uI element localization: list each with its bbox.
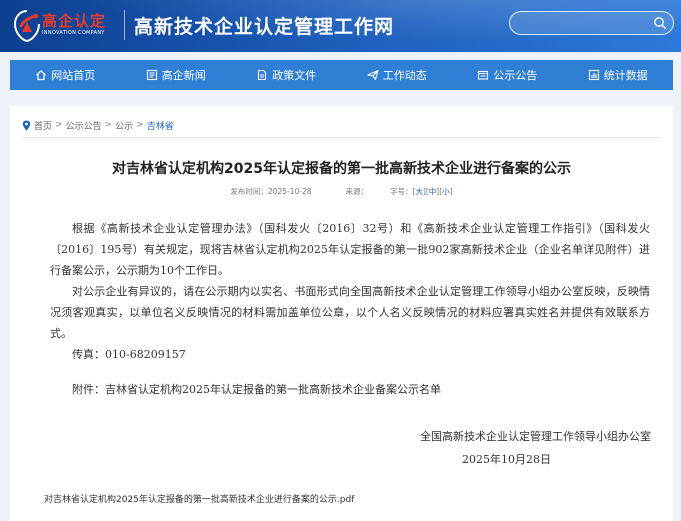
breadcrumb-announcements[interactable]: 公示公告	[66, 119, 102, 132]
nav-item-label: 工作动态	[382, 69, 427, 82]
breadcrumb-divider	[22, 137, 661, 138]
site-logo[interactable]: 高企认定 INNOVATION COMPANY	[12, 6, 122, 46]
document-icon	[258, 69, 267, 81]
nav-item-label: 统计数据	[603, 69, 648, 82]
font-size-label: 字号：	[390, 187, 413, 196]
announcement-icon	[478, 70, 489, 80]
logo-text: 高企认定	[42, 12, 107, 30]
breadcrumb-separator: >	[104, 120, 113, 130]
nav-item-news[interactable]: 高企新闻	[121, 60, 232, 90]
nav-item-work-updates[interactable]: 工作动态	[342, 60, 453, 90]
signature-org: 全国高新技术企业认定管理工作领导小组办公室	[420, 430, 651, 443]
breadcrumb-separator: >	[136, 120, 144, 130]
nav-item-label: 公示公告	[493, 69, 538, 82]
site-header: 高企认定 INNOVATION COMPANY 高新技术企业认定管理工作网	[0, 0, 681, 52]
home-icon	[36, 70, 47, 81]
nav-item-statistics[interactable]: 统计数据	[563, 60, 674, 90]
logo-subtitle: INNOVATION COMPANY	[42, 30, 105, 36]
article-card: 首页 > 公示公告 > 公示 > 吉林省 对吉林省认定机构2025年认定报备的第…	[10, 106, 673, 521]
source-label: 来源：	[345, 187, 369, 196]
font-size-large[interactable]: 大	[415, 187, 423, 196]
publish-label: 发布时间：	[230, 187, 268, 196]
main-nav: 网站首页 高企新闻 政策文件 工作动态 公示公告 统计数据	[10, 60, 673, 90]
breadcrumb-home[interactable]: 首页	[34, 119, 52, 132]
article-meta: 发布时间：2025-10-28 来源： 字号：[大][中][小]	[230, 187, 453, 196]
nav-item-label: 政策文件	[272, 69, 317, 82]
location-pin-icon	[22, 120, 31, 130]
paragraph-attachment: 附件：吉林省认定机构2025年认定报备的第一批高新技术企业备案公示名单	[72, 383, 441, 396]
article-title: 对吉林省认定机构2025年认定报备的第一批高新技术企业进行备案的公示	[112, 161, 571, 177]
nav-item-home[interactable]: 网站首页	[10, 60, 121, 90]
search-icon[interactable]	[653, 16, 667, 30]
attachment-link[interactable]: 对吉林省认定机构2025年认定报备的第一批高新技术企业进行备案的公示.pdf	[44, 492, 354, 505]
breadcrumb-separator: >	[55, 120, 63, 130]
send-icon	[367, 69, 379, 81]
article-body: 根据《高新技术企业认定管理办法》（国科发火〔2016〕32号）和《高新技术企业认…	[50, 218, 650, 400]
search-input[interactable]	[520, 15, 650, 31]
statistics-icon	[588, 69, 599, 81]
font-size-small[interactable]: 小	[442, 187, 450, 196]
font-size-medium[interactable]: 中	[429, 187, 437, 196]
news-icon	[146, 69, 157, 81]
logo-mark-icon	[13, 10, 40, 43]
nav-item-label: 高企新闻	[161, 69, 206, 82]
search-box[interactable]	[509, 11, 674, 35]
nav-item-policy[interactable]: 政策文件	[231, 60, 342, 90]
breadcrumb: 首页 > 公示公告 > 公示 > 吉林省	[22, 118, 174, 132]
paragraph-basis: 根据《高新技术企业认定管理办法》（国科发火〔2016〕32号）和《高新技术企业认…	[50, 222, 650, 277]
nav-item-announcements[interactable]: 公示公告	[452, 60, 563, 90]
breadcrumb-current[interactable]: 吉林省	[147, 119, 174, 132]
paragraph-fax: 传真：010-68209157	[72, 348, 186, 361]
nav-item-label: 网站首页	[51, 69, 96, 82]
publish-date: 2025-10-28	[267, 187, 312, 196]
breadcrumb-public-notice[interactable]: 公示	[115, 119, 133, 132]
site-title: 高新技术企业认定管理工作网	[134, 16, 395, 38]
paragraph-objection: 对公示企业有异议的，请在公示期内以实名、书面形式向全国高新技术企业认定管理工作领…	[50, 285, 650, 340]
signature-date: 2025年10月28日	[462, 453, 551, 466]
logo-divider	[124, 10, 125, 40]
